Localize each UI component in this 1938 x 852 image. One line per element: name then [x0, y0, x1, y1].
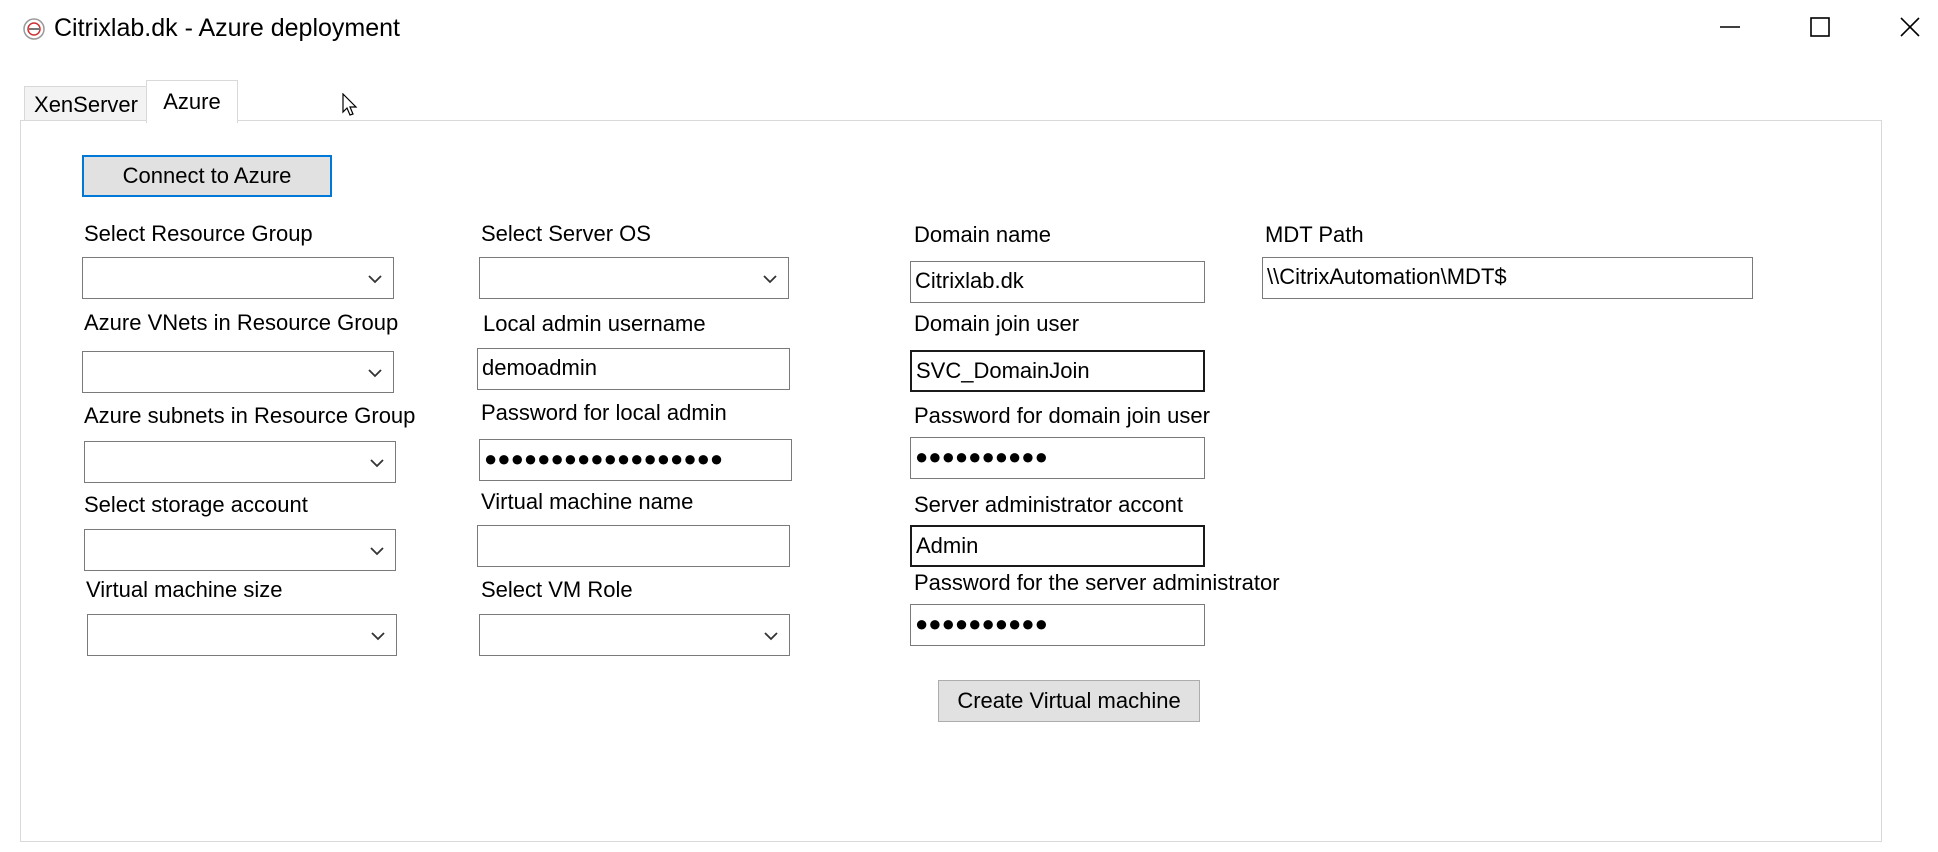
local-admin-label: Local admin username: [483, 311, 706, 336]
vm-name-label: Virtual machine name: [481, 489, 694, 514]
minimize-button[interactable]: [1684, 0, 1776, 58]
server-os-select[interactable]: [479, 257, 789, 299]
domain-join-password-input[interactable]: ●●●●●●●●●●: [910, 437, 1205, 479]
domain-join-password-label: Password for domain join user: [914, 403, 1210, 428]
window-title: Citrixlab.dk - Azure deployment: [54, 14, 400, 42]
chevron-down-icon: [762, 272, 778, 284]
create-virtual-machine-button[interactable]: Create Virtual machine: [938, 680, 1200, 722]
vm-role-select[interactable]: [479, 614, 790, 656]
mdt-path-input[interactable]: \\CitrixAutomation\MDT$: [1262, 257, 1753, 299]
tab-azure[interactable]: Azure: [146, 80, 238, 123]
chevron-down-icon: [369, 544, 385, 556]
resource-group-select[interactable]: [82, 257, 394, 299]
server-os-label: Select Server OS: [481, 221, 651, 246]
server-admin-label: Server administrator accont: [914, 492, 1183, 517]
vm-name-input[interactable]: [477, 525, 790, 567]
server-admin-password-input[interactable]: ●●●●●●●●●●: [910, 604, 1205, 646]
vm-role-label: Select VM Role: [481, 577, 633, 602]
maximize-button[interactable]: [1774, 0, 1866, 58]
local-admin-password-input[interactable]: ●●●●●●●●●●●●●●●●●●: [479, 439, 792, 481]
storage-account-label: Select storage account: [84, 492, 308, 517]
vm-size-label: Virtual machine size: [86, 577, 283, 602]
title-bar: Citrixlab.dk - Azure deployment: [0, 0, 1938, 60]
minimize-icon: [1718, 15, 1742, 44]
chevron-down-icon: [367, 272, 383, 284]
chevron-down-icon: [367, 366, 383, 378]
tab-xenserver[interactable]: XenServer: [24, 86, 148, 122]
mdt-path-label: MDT Path: [1265, 222, 1364, 247]
close-icon: [1898, 15, 1922, 44]
domain-join-user-input[interactable]: SVC_DomainJoin: [910, 350, 1205, 392]
domain-name-label: Domain name: [914, 222, 1051, 247]
resource-group-label: Select Resource Group: [84, 221, 313, 246]
subnets-label: Azure subnets in Resource Group: [84, 403, 416, 428]
subnets-select[interactable]: [84, 441, 396, 483]
connect-to-azure-button[interactable]: Connect to Azure: [82, 155, 332, 197]
chevron-down-icon: [370, 629, 386, 641]
vm-size-select[interactable]: [87, 614, 397, 656]
mouse-cursor-icon: [342, 92, 358, 122]
maximize-icon: [1808, 15, 1832, 44]
vnets-select[interactable]: [82, 351, 394, 393]
app-logo-icon: [22, 17, 46, 41]
storage-account-select[interactable]: [84, 529, 396, 571]
chevron-down-icon: [763, 629, 779, 641]
domain-join-user-label: Domain join user: [914, 311, 1080, 336]
local-admin-username-input[interactable]: demoadmin: [477, 348, 790, 390]
local-admin-password-label: Password for local admin: [481, 400, 727, 425]
server-admin-password-label: Password for the server administrator: [914, 570, 1280, 595]
server-admin-input[interactable]: Admin: [910, 525, 1205, 567]
vnets-label: Azure VNets in Resource Group: [84, 310, 399, 335]
close-button[interactable]: [1864, 0, 1938, 58]
chevron-down-icon: [369, 456, 385, 468]
domain-name-input[interactable]: Citrixlab.dk: [910, 261, 1205, 303]
